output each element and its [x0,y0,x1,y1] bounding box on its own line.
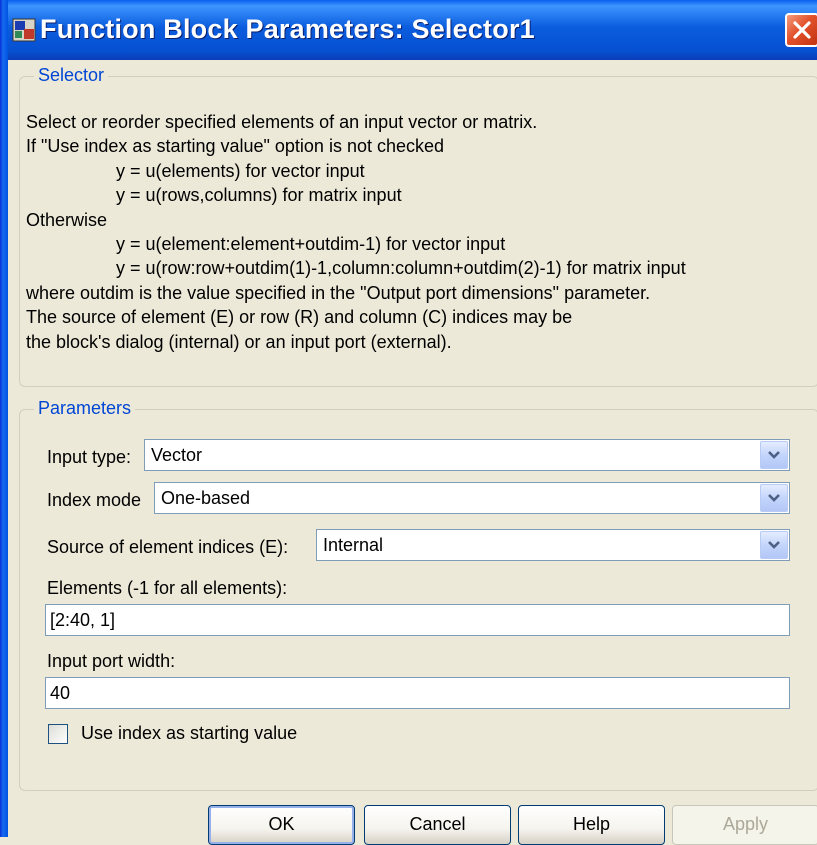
window-title: Function Block Parameters: Selector1 [40,14,535,44]
description-line: y = u(elements) for vector input [116,160,365,181]
description-line: The source of element (E) or row (R) and… [26,307,573,328]
description-line: y = u(row:row+outdim(1)-1,column:column+… [116,258,686,279]
use-index-label[interactable]: Use index as starting value [81,723,297,744]
ok-button[interactable]: OK [208,805,355,845]
input-type-value: Vector [151,445,203,465]
index-mode-dropdown[interactable]: One-based [154,482,790,514]
close-icon [793,21,811,39]
elements-label: Elements (-1 for all elements): [47,578,288,598]
source-indices-dropdown[interactable]: Internal [316,529,790,561]
simulink-block-icon [12,18,36,42]
chevron-down-icon[interactable] [760,484,788,512]
index-mode-label: Index mode [47,490,142,510]
use-index-checkbox[interactable] [48,724,68,744]
input-type-dropdown[interactable]: Vector [144,439,790,471]
source-indices-label: Source of element indices (E): [47,537,289,557]
cancel-button[interactable]: Cancel [364,805,511,845]
description-line: where outdim is the value specified in t… [26,282,651,303]
description-line: the block's dialog (internal) or an inpu… [26,331,452,352]
input-type-label: Input type: [47,447,132,467]
elements-value: [2:40, 1] [50,610,116,630]
description-line: Otherwise [26,209,108,230]
input-port-width-field[interactable]: 40 [45,677,790,709]
parameters-legend: Parameters [34,398,136,419]
apply-button[interactable]: Apply [672,805,817,845]
description-line: Select or reorder specified elements of … [26,112,538,132]
description-line: If "Use index as starting value" option … [26,136,445,157]
close-button[interactable] [785,13,817,47]
index-mode-value: One-based [161,488,251,508]
window-frame-left [0,0,8,837]
title-bar[interactable]: Function Block Parameters: Selector1 [0,0,817,60]
source-indices-value: Internal [323,535,384,555]
help-button[interactable]: Help [518,805,665,845]
description-line: y = u(element:element+outdim-1) for vect… [116,234,506,255]
chevron-down-icon[interactable] [760,531,788,559]
chevron-down-icon[interactable] [760,441,788,469]
dialog-window: Function Block Parameters: Selector1 Sel… [0,0,817,845]
elements-field[interactable]: [2:40, 1] [45,604,790,636]
input-port-width-label: Input port width: [47,651,176,671]
input-port-width-value: 40 [50,683,71,703]
selector-legend: Selector [34,65,109,86]
description-line: y = u(rows,columns) for matrix input [116,185,402,206]
block-description: Select or reorder specified elements of … [26,110,816,354]
